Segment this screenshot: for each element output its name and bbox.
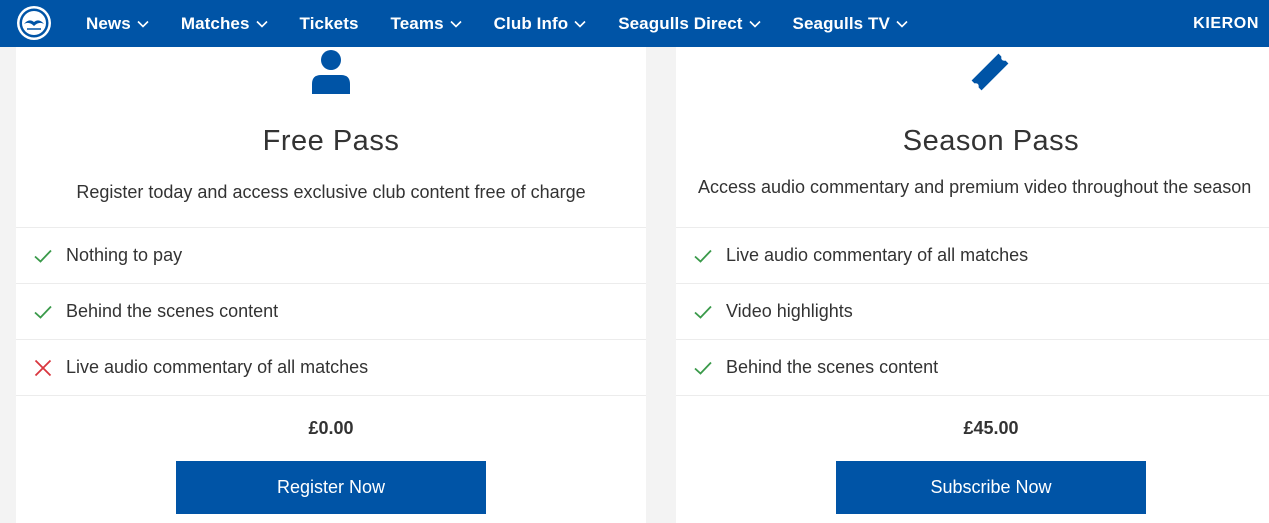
card-title: Free Pass [262, 125, 400, 157]
chevron-down-icon [896, 20, 908, 28]
chevron-down-icon [450, 20, 462, 28]
register-now-button[interactable]: Register Now [176, 461, 486, 514]
top-navigation-bar: News Matches Tickets Teams Club Info Sea… [0, 0, 1269, 47]
nav-item-label: Seagulls Direct [618, 13, 743, 33]
feature-label: Nothing to pay [66, 245, 183, 265]
check-icon [33, 302, 53, 322]
nav-item-label: Seagulls TV [792, 13, 890, 33]
feature-list: Live audio commentary of all matches Vid… [676, 227, 1269, 396]
chevron-down-icon [748, 20, 761, 28]
ticket-icon [971, 53, 1009, 91]
nav-item-label: Teams [390, 13, 444, 33]
list-item: Behind the scenes content [676, 339, 1269, 396]
card-description: Access audio commentary and premium vide… [698, 177, 1252, 197]
feature-list: Nothing to pay Behind the scenes content… [16, 227, 646, 396]
main-menu: News Matches Tickets Teams Club Info Sea… [70, 0, 924, 47]
person-icon [312, 50, 350, 94]
nav-item-seagulls-direct[interactable]: Seagulls Direct [602, 14, 776, 34]
chevron-down-icon [255, 20, 268, 28]
nav-item-matches[interactable]: Matches [165, 14, 284, 34]
list-item: Video highlights [676, 283, 1269, 339]
card-description: Register today and access exclusive club… [76, 182, 586, 202]
user-account-link[interactable]: KIERON [1193, 0, 1259, 47]
card-title: Season Pass [902, 125, 1080, 157]
nav-item-club-info[interactable]: Club Info [478, 14, 603, 34]
feature-label: Live audio commentary of all matches [66, 357, 369, 377]
list-item: Behind the scenes content [16, 283, 646, 339]
nav-item-teams[interactable]: Teams [375, 14, 478, 34]
nav-item-label: Tickets [299, 13, 359, 33]
feature-label: Video highlights [726, 301, 853, 321]
season-pass-card: Season Pass Access audio commentary and … [676, 47, 1269, 523]
price-label: £45.00 [963, 418, 1019, 438]
list-item: Live audio commentary of all matches [676, 227, 1269, 283]
price-label: £0.00 [308, 418, 354, 438]
free-pass-card: Free Pass Register today and access excl… [16, 47, 646, 523]
nav-item-seagulls-tv[interactable]: Seagulls TV [777, 14, 924, 34]
chevron-down-icon [137, 20, 149, 28]
cross-icon [33, 358, 53, 378]
brighton-crest-icon[interactable] [16, 5, 52, 41]
check-icon [33, 246, 53, 266]
nav-item-label: News [86, 13, 131, 33]
nav-item-label: Club Info [493, 13, 569, 33]
nav-item-label: Matches [180, 13, 250, 33]
nav-item-tickets[interactable]: Tickets [284, 14, 375, 34]
feature-label: Behind the scenes content [66, 301, 279, 321]
chevron-down-icon [574, 20, 586, 28]
list-item: Live audio commentary of all matches [16, 339, 646, 396]
check-icon [693, 358, 713, 378]
nav-item-news[interactable]: News [70, 14, 165, 34]
subscribe-now-button[interactable]: Subscribe Now [836, 461, 1146, 514]
check-icon [693, 246, 713, 266]
list-item: Nothing to pay [16, 227, 646, 283]
feature-label: Live audio commentary of all matches [726, 245, 1029, 265]
feature-label: Behind the scenes content [726, 357, 939, 377]
check-icon [693, 302, 713, 322]
